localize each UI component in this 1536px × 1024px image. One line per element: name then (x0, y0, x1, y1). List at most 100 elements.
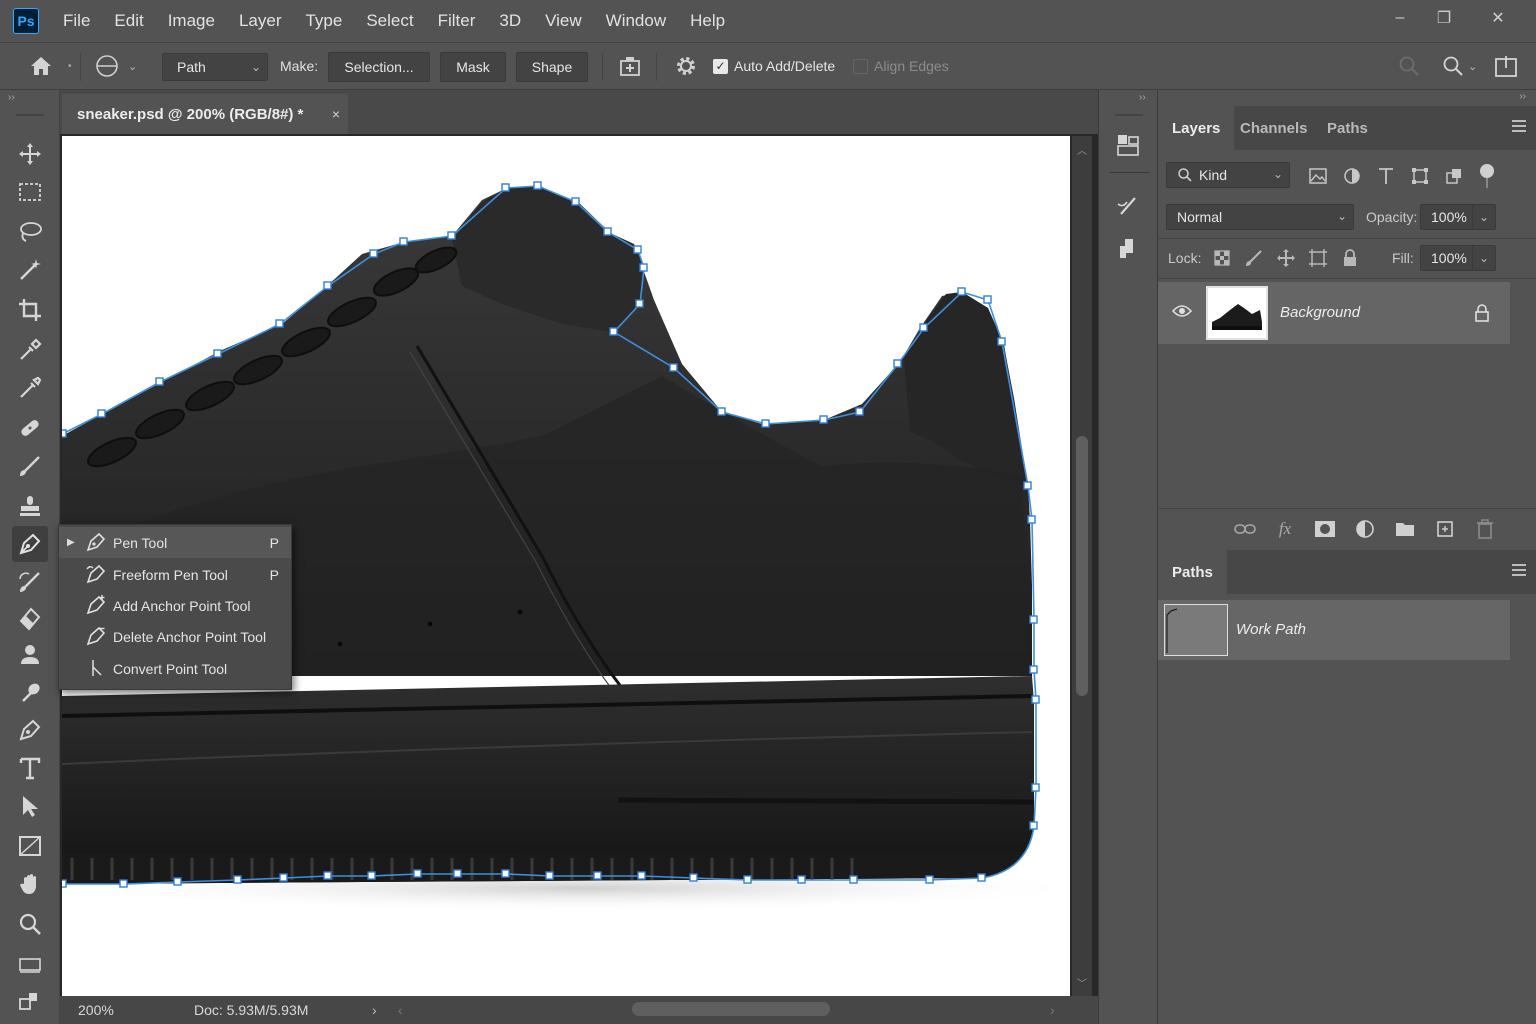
delete-layer-button[interactable] (1474, 518, 1496, 540)
opacity-input[interactable]: 100% (1420, 204, 1478, 230)
lock-image-pixels-button[interactable] (1244, 248, 1264, 271)
menu-edit[interactable]: Edit (102, 0, 155, 42)
make-shape-button[interactable]: Shape (516, 52, 588, 82)
flyout-item-convert-point-tool[interactable]: Convert Point Tool (59, 653, 291, 684)
link-layers-button[interactable] (1234, 518, 1256, 540)
zoom-tool[interactable] (12, 906, 48, 942)
tab-paths-panel[interactable]: Paths (1158, 550, 1227, 594)
document-tab[interactable]: sneaker.psd @ 200% (RGB/8#) * × (62, 94, 348, 134)
scroll-right-icon[interactable]: › (1050, 1002, 1055, 1018)
panel-menu-icon[interactable] (1512, 564, 1526, 579)
tool-preset-picker[interactable]: ⌄ (94, 43, 137, 89)
settings-button[interactable] (674, 43, 698, 89)
filter-smart-objects-button[interactable] (1444, 166, 1464, 189)
eraser-tool[interactable] (12, 600, 48, 636)
menu-select[interactable]: Select (354, 0, 425, 42)
scroll-up-icon[interactable]: ︿ (1077, 142, 1087, 157)
menu-view[interactable]: View (533, 0, 594, 42)
path-row[interactable]: Work Path (1158, 600, 1510, 660)
clone-source-panel-button[interactable] (1113, 234, 1143, 264)
tab-layers[interactable]: Layers (1158, 106, 1235, 150)
filter-pixel-layers-button[interactable] (1308, 166, 1328, 189)
clone-stamp-tool[interactable] (12, 488, 48, 524)
menu-image[interactable]: Image (156, 0, 227, 42)
share-button[interactable] (1494, 43, 1518, 89)
blur-tool[interactable] (12, 636, 48, 672)
layer-filter-kind-select[interactable]: Kind ⌄ (1166, 162, 1290, 188)
fill-input[interactable]: 100% (1420, 245, 1478, 271)
rectangular-marquee-tool[interactable] (12, 174, 48, 210)
lock-all-button[interactable] (1340, 248, 1360, 271)
menu-layer[interactable]: Layer (227, 0, 294, 42)
brush-settings-panel-button[interactable] (1113, 192, 1143, 222)
auto-add-delete-toggle[interactable]: ✓ Auto Add/Delete (713, 43, 835, 89)
pick-tool-mode-select[interactable]: Path ⌄ (162, 53, 268, 81)
pen-tool[interactable] (12, 526, 48, 562)
path-selection-tool[interactable] (12, 788, 48, 824)
eyedropper-color-sampler-tool[interactable] (12, 370, 48, 406)
add-mask-button[interactable] (1314, 518, 1336, 540)
brush-tool[interactable] (12, 448, 48, 484)
flyout-item-freeform-pen-tool[interactable]: Freeform Pen Tool P (59, 559, 291, 590)
align-edges-checkbox[interactable] (853, 58, 868, 74)
eyedropper-tool[interactable] (12, 332, 48, 368)
lasso-tool[interactable] (12, 214, 48, 250)
edit-toolbar-button[interactable] (12, 946, 48, 982)
menu-type[interactable]: Type (293, 0, 354, 42)
history-brush-tool[interactable] (12, 564, 48, 600)
pen-tool-alt[interactable] (12, 712, 48, 748)
zoom-level[interactable]: 200% (78, 1002, 114, 1018)
foreground-background-colors[interactable] (12, 984, 48, 1020)
scroll-left-icon[interactable]: ‹ (398, 1002, 403, 1018)
path-operations-button[interactable] (618, 43, 642, 89)
collapse-panels-icon[interactable]: ›› (1139, 92, 1146, 103)
close-button[interactable]: ✕ (1474, 0, 1522, 36)
flyout-item-add-anchor-point-tool[interactable]: Add Anchor Point Tool (59, 590, 291, 621)
tab-channels[interactable]: Channels (1226, 106, 1322, 150)
vertical-scrollbar[interactable]: ︿ ﹀ (1072, 136, 1092, 996)
close-icon[interactable]: × (332, 106, 340, 122)
filter-type-layers-button[interactable] (1376, 166, 1396, 189)
fill-dropdown[interactable]: ⌄ (1472, 245, 1496, 271)
magic-wand-tool[interactable] (12, 252, 48, 288)
photoshop-logo[interactable]: Ps (13, 8, 39, 34)
new-layer-button[interactable] (1434, 518, 1456, 540)
search-button-dim[interactable] (1398, 43, 1420, 89)
new-group-button[interactable] (1394, 518, 1416, 540)
document-size[interactable]: Doc: 5.93M/5.93M (194, 1002, 308, 1018)
make-selection-button[interactable]: Selection... (328, 52, 430, 82)
lock-position-button[interactable] (1276, 248, 1296, 271)
collapse-toolbar-icon[interactable]: ›› (8, 92, 15, 103)
horizontal-scroll-thumb[interactable] (632, 1002, 830, 1016)
panel-menu-icon[interactable] (1512, 120, 1526, 135)
home-button[interactable] (28, 43, 54, 89)
menu-3d[interactable]: 3D (487, 0, 533, 42)
vertical-scroll-thumb[interactable] (1076, 436, 1088, 696)
menu-filter[interactable]: Filter (426, 0, 488, 42)
filter-shape-layers-button[interactable] (1410, 166, 1430, 189)
fx-icon[interactable]: fx (1274, 518, 1296, 540)
lock-transparent-pixels-button[interactable] (1212, 248, 1232, 271)
menu-help[interactable]: Help (678, 0, 737, 42)
blend-mode-select[interactable]: Normal ⌄ (1166, 204, 1354, 230)
move-tool[interactable] (12, 136, 48, 172)
hand-tool[interactable] (12, 866, 48, 902)
menu-window[interactable]: Window (594, 0, 678, 42)
layer-row[interactable]: Background (1158, 282, 1510, 344)
align-edges-toggle[interactable]: Align Edges (853, 43, 949, 89)
flyout-item-pen-tool[interactable]: ▶ Pen Tool P (59, 527, 291, 558)
flyout-item-delete-anchor-point-tool[interactable]: Delete Anchor Point Tool (59, 621, 291, 652)
status-expand-icon[interactable]: › (372, 1002, 377, 1018)
rectangle-tool[interactable] (12, 828, 48, 864)
scroll-down-icon[interactable]: ﹀ (1077, 975, 1087, 990)
crop-tool[interactable] (12, 292, 48, 328)
menu-file[interactable]: File (51, 0, 102, 42)
auto-add-delete-checkbox[interactable]: ✓ (713, 58, 728, 74)
restore-button[interactable]: ❐ (1420, 0, 1468, 36)
make-mask-button[interactable]: Mask (440, 52, 506, 82)
tab-paths[interactable]: Paths (1313, 106, 1382, 150)
collapse-dock-icon[interactable]: ›› (1519, 91, 1526, 102)
type-tool[interactable] (12, 750, 48, 786)
spot-healing-brush-tool[interactable] (12, 410, 48, 446)
filter-toggle-switch[interactable] (1480, 164, 1494, 178)
